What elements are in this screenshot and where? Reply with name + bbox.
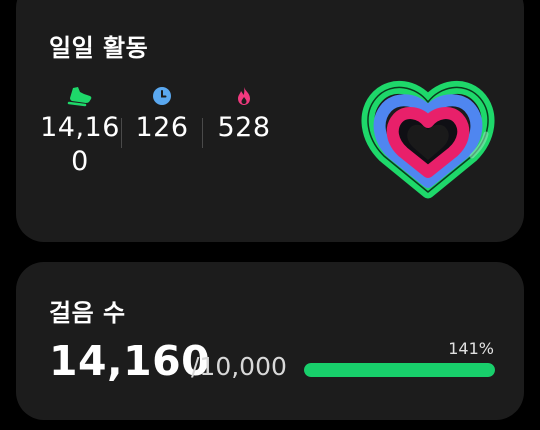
steps-stat-value: 14,160 xyxy=(40,112,120,177)
activity-heart-rings xyxy=(361,80,495,199)
calories-stat: 528 xyxy=(214,84,274,145)
steps-percent: 141% xyxy=(448,339,494,358)
daily-activity-title: 일일 활동 xyxy=(49,34,149,62)
steps-card[interactable]: 걸음 수 14,160 /10,000 141% xyxy=(16,262,524,420)
flame-icon xyxy=(238,87,250,105)
active-time-stat: 126 xyxy=(134,84,190,145)
shoe-icon xyxy=(67,87,92,107)
steps-progress-bar xyxy=(304,363,495,377)
steps-goal: /10,000 xyxy=(191,352,287,381)
steps-stat: 14,160 xyxy=(40,84,120,179)
stat-divider xyxy=(202,118,203,148)
daily-activity-card[interactable]: 일일 활동 14,160 126 528 xyxy=(16,0,524,242)
active-time-stat-value: 126 xyxy=(135,112,189,143)
steps-card-title: 걸음 수 xyxy=(49,299,126,327)
clock-icon xyxy=(153,87,171,105)
calories-stat-value: 528 xyxy=(217,112,271,143)
steps-count: 14,160 xyxy=(49,337,211,385)
steps-progress-fill xyxy=(304,363,495,377)
stat-divider xyxy=(121,118,122,148)
